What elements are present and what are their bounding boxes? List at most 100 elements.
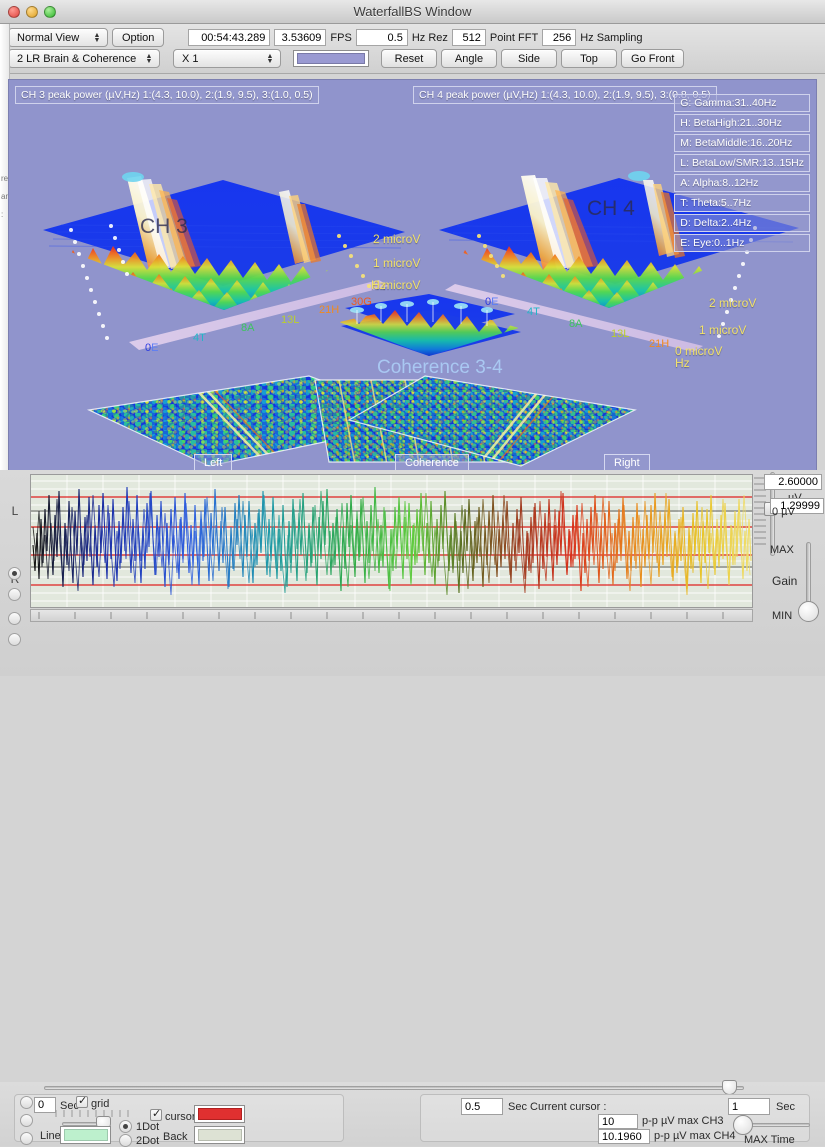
toolbar-row-2: 2 LR Brain & Coherence ▲ ▼ X 1 ▲ ▼ Reset A… [0,48,825,69]
scale-top-field[interactable]: 2.60000 [764,474,822,490]
frequency-band-legend: G: Gamma:31..40Hz H: BetaHigh:21..30Hz M… [674,94,810,252]
point-fft-value: 512 [462,31,481,44]
pp-ch3-label: p-p µV max CH3 [642,1115,724,1127]
ch4-amp-label-2: 2 microV [709,296,757,310]
dot-option-1-label: 1Dot [136,1121,160,1133]
side-button-label: Side [517,52,541,65]
zoom-button-icon[interactable] [44,6,56,18]
hz-tick-r1: 4T [527,306,540,318]
cursor-color-swatch[interactable] [194,1105,245,1123]
option-button[interactable]: Option [112,28,165,47]
top-button-label: Top [580,52,598,65]
max-time-slider-track[interactable] [744,1123,810,1127]
sec-window-field[interactable]: 1 [728,1098,770,1115]
display-radio-1[interactable] [20,1096,33,1109]
line-color-swatch[interactable] [60,1126,111,1144]
hz-tick-4-band: H [331,304,340,316]
current-cursor-label: Sec Current cursor : [508,1101,607,1113]
hz-tick-r2: 8A [569,318,582,330]
left-view-button-label: Left [204,457,223,469]
fps-field[interactable]: 3.53609 [274,29,327,46]
right-view-button-label: Right [614,457,640,469]
waveform-timeline-scrollbar[interactable] [30,609,753,622]
dot-radio-2dot[interactable] [119,1134,132,1147]
time-window-slider-knob[interactable] [722,1080,737,1095]
traffic-lights [8,6,56,18]
zoom-factor-dropdown[interactable]: X 1 ▲ ▼ [173,49,281,68]
hz-rez-label: Hz Rez [411,31,448,44]
view-mode-dropdown[interactable]: Normal View ▲ ▼ [8,28,108,47]
angle-button[interactable]: Angle [441,49,497,68]
band-legend-betamid: M: BetaMiddle:16..20Hz [674,134,810,152]
elapsed-time-field[interactable]: 00:54:43.289 [188,29,271,46]
cursor-checkbox[interactable] [150,1107,162,1121]
back-color-label: Back [163,1131,188,1143]
sec-offset-field[interactable]: 0 [34,1097,56,1113]
pp-ch4-value: 10.1960 [602,1130,642,1143]
band-legend-gamma: G: Gamma:31..40Hz [674,94,810,112]
display-radio-2[interactable] [20,1114,33,1127]
hz-sampling-field[interactable]: 256 [542,29,577,46]
current-cursor-field[interactable]: 0.5 [461,1098,503,1115]
hz-tick-2: 8A [241,322,254,334]
hz-tick-r2-band: A [575,318,583,330]
pp-ch4-field[interactable]: 10.1960 [598,1129,650,1144]
hz-tick-3-value: 13 [281,314,294,326]
time-window-slider-track[interactable] [44,1086,744,1090]
eeg-waveform-canvas [31,475,752,607]
color-swatch-button[interactable] [293,50,369,67]
channel-radio-3[interactable] [8,612,21,625]
chevron-updown-icon: ▲ ▼ [93,31,101,44]
channel-mode-dropdown[interactable]: 2 LR Brain & Coherence ▲ ▼ [8,49,160,68]
eeg-waveform-plot[interactable] [30,474,753,608]
dot-radio-1dot[interactable] [119,1120,132,1133]
band-legend-eye: E: Eye:0..1Hz [674,234,810,252]
hz-rez-field[interactable]: 0.5 [355,29,408,46]
hz-tick-4-value: 21 [319,304,332,316]
ch3-hz-axis-label: Hz [371,278,386,292]
current-cursor-value: 0.5 [465,1100,481,1113]
hz-tick-r4: 21H [649,338,669,350]
ch3-peak-power-readout: CH 3 peak power (µV,Hz) 1:(4.3, 10.0), 2… [15,86,319,104]
band-legend-alpha: A: Alpha:8..12Hz [674,174,810,192]
angle-button-label: Angle [454,52,484,65]
channel-radio-4[interactable] [8,633,21,646]
top-button[interactable]: Top [561,49,617,68]
hz-tick-r0: 0E [485,296,498,308]
max-time-slider-knob[interactable] [733,1115,753,1135]
display-radio-3[interactable] [20,1132,33,1145]
point-fft-label: Point FFT [489,31,539,44]
waterfall-3d-view[interactable]: CH 3 peak power (µV,Hz) 1:(4.3, 10.0), 2… [8,79,817,479]
band-legend-betahigh: H: BetaHigh:21..30Hz [674,114,810,132]
ch4-amp-label-1: 1 microV [699,323,747,337]
line-color-fill [63,1129,108,1141]
scale-zero-label: 0 µV [772,506,795,518]
side-button[interactable]: Side [501,49,557,68]
go-front-button-label: Go Front [631,52,675,65]
reset-button[interactable]: Reset [381,49,437,68]
chevron-updown-icon: ▲ ▼ [266,52,274,65]
view-mode-label: Normal View [17,31,80,44]
gain-max-label: MAX [770,544,794,556]
hz-tick-1: 4T [193,332,206,344]
zoom-factor-label: X 1 [182,52,199,65]
band-legend-betalow: L: BetaLow/SMR:13..15Hz [674,154,810,172]
hz-tick-r0-band: E [491,296,499,308]
gain-slider-knob[interactable] [798,601,819,622]
close-button-icon[interactable] [8,6,20,18]
point-fft-field[interactable]: 512 [451,29,486,46]
pp-ch3-value: 10 [602,1115,615,1128]
grid-checkbox[interactable] [76,1094,88,1108]
fps-value: 3.53609 [281,31,322,44]
channel-radio-2[interactable] [8,588,21,601]
pp-ch3-field[interactable]: 10 [598,1114,638,1129]
hz-tick-3-band: L [293,314,300,326]
go-front-button[interactable]: Go Front [621,49,685,68]
channel-radio-r[interactable] [8,567,21,580]
back-color-swatch[interactable] [194,1126,245,1144]
ch3-surface-label: CH 3 [140,215,188,238]
hz-tick-r3-band: L [623,328,630,340]
ch4-peak-power-readout: CH 4 peak power (µV,Hz) 1:(4.3, 10.0), 2… [413,86,717,104]
channel-selector-rail: L R [0,470,30,630]
minimize-button-icon[interactable] [26,6,38,18]
